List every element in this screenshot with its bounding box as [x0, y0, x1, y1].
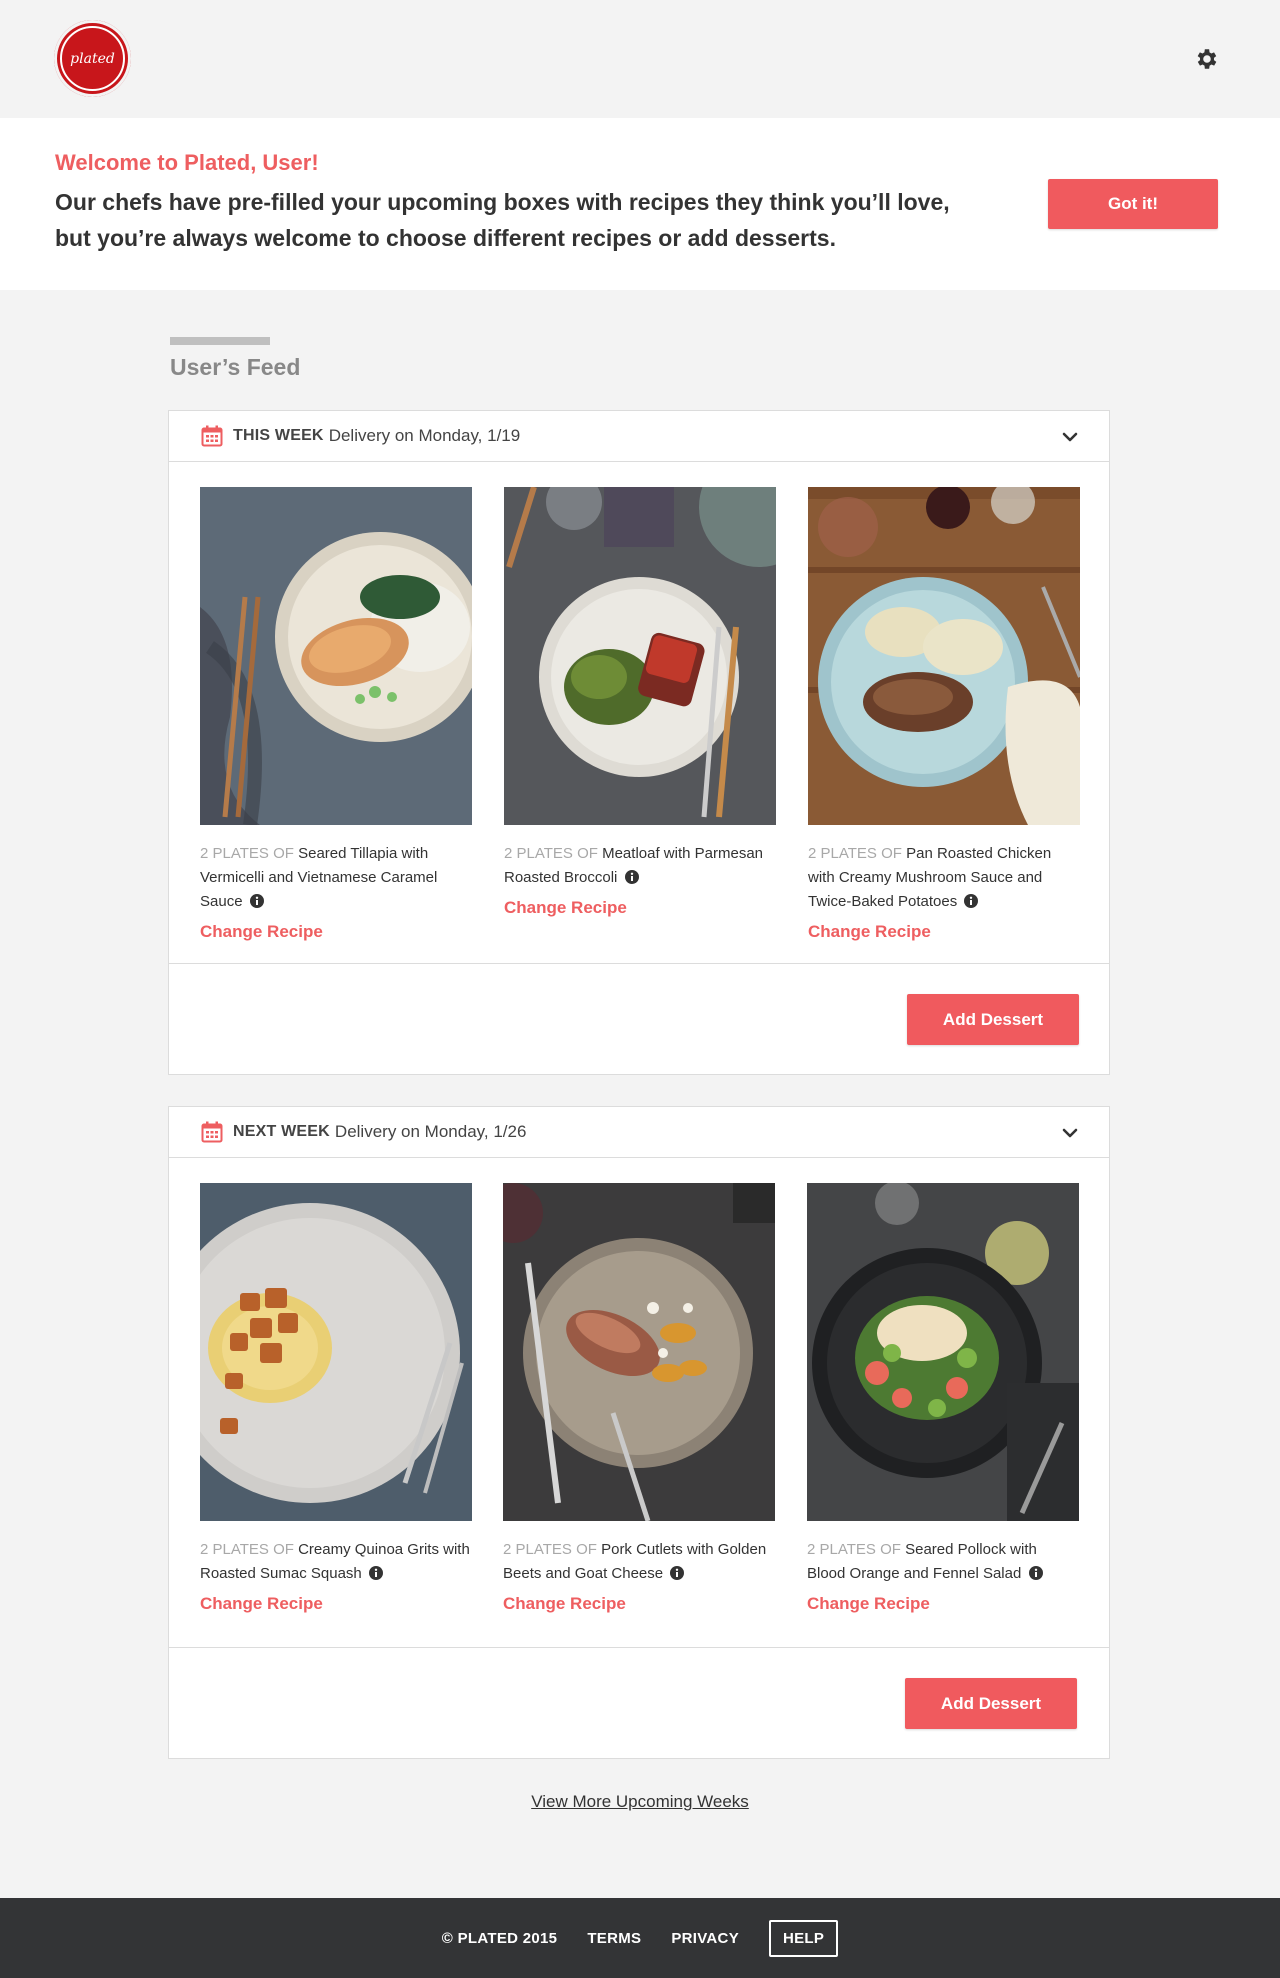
recipe-caption: 2 PLATES OF Creamy Quinoa Grits with Roa… — [200, 1538, 472, 1586]
footer-privacy-link[interactable]: PRIVACY — [671, 1930, 739, 1947]
plates-label: 2 PLATES OF — [807, 1541, 901, 1558]
add-dessert-button[interactable]: Add Dessert — [905, 1678, 1077, 1729]
recipe-card: 2 PLATES OF Seared Tillapia with Vermice… — [200, 487, 485, 942]
change-recipe-link[interactable]: Change Recipe — [504, 898, 776, 918]
plates-label: 2 PLATES OF — [200, 845, 294, 862]
change-recipe-link[interactable]: Change Recipe — [807, 1594, 1079, 1614]
recipe-card: 2 PLATES OF Pork Cutlets with Golden Bee… — [483, 1183, 775, 1614]
recipe-photo-pollock[interactable] — [807, 1181, 1079, 1521]
week-card-this-week: THIS WEEK Delivery on Monday, 1/19 2 PLA… — [168, 410, 1110, 1075]
plates-label: 2 PLATES OF — [200, 1541, 294, 1558]
recipe-photo-chicken[interactable] — [808, 480, 1082, 825]
welcome-title: Welcome to Plated, User! — [55, 150, 319, 175]
recipe-caption: 2 PLATES OF Seared Pollock with Blood Or… — [807, 1538, 1079, 1586]
change-recipe-link[interactable]: Change Recipe — [200, 922, 472, 942]
chevron-down-icon[interactable] — [1061, 428, 1079, 446]
week-header[interactable]: NEXT WEEK Delivery on Monday, 1/26 — [169, 1107, 1109, 1158]
top-bar: plated — [0, 0, 1280, 118]
week-footer: Add Dessert — [169, 1648, 1109, 1758]
welcome-line-2: but you’re always welcome to choose diff… — [55, 225, 836, 251]
recipe-caption: 2 PLATES OF Meatloaf with Parmesan Roast… — [504, 842, 776, 890]
add-dessert-button[interactable]: Add Dessert — [907, 994, 1079, 1045]
feed-title-bar — [170, 337, 270, 345]
recipe-caption: 2 PLATES OF Seared Tillapia with Vermice… — [200, 842, 472, 914]
change-recipe-link[interactable]: Change Recipe — [503, 1594, 775, 1614]
recipe-photo-tilapia[interactable] — [200, 487, 485, 827]
week-label: NEXT WEEK — [233, 1123, 330, 1140]
footer-help-button[interactable]: HELP — [769, 1919, 839, 1957]
info-icon[interactable] — [624, 870, 639, 884]
change-recipe-link[interactable]: Change Recipe — [808, 922, 1080, 942]
week-label: THIS WEEK — [233, 427, 324, 444]
recipe-card: 2 PLATES OF Seared Pollock with Blood Or… — [807, 1181, 1079, 1614]
plated-logo[interactable]: plated — [54, 20, 131, 97]
settings-gear-icon[interactable] — [1194, 46, 1220, 72]
footer-terms-link[interactable]: TERMS — [587, 1930, 641, 1947]
plates-label: 2 PLATES OF — [503, 1541, 597, 1558]
recipe-list: 2 PLATES OF Creamy Quinoa Grits with Roa… — [160, 1158, 1109, 1648]
footer-copyright: © PLATED 2015 — [441, 1929, 558, 1947]
week-header[interactable]: THIS WEEK Delivery on Monday, 1/19 — [169, 411, 1109, 462]
logo-text: plated — [60, 26, 125, 91]
welcome-line-1: Our chefs have pre-filled your upcoming … — [55, 189, 950, 215]
change-recipe-link[interactable]: Change Recipe — [200, 1594, 472, 1614]
week-card-next-week: NEXT WEEK Delivery on Monday, 1/26 2 PLA… — [160, 1106, 1110, 1759]
recipe-card: 2 PLATES OF Meatloaf with Parmesan Roast… — [504, 447, 819, 918]
recipe-caption: 2 PLATES OF Pan Roasted Chicken with Cre… — [808, 842, 1080, 914]
recipe-card: 2 PLATES OF Pan Roasted Chicken with Cre… — [808, 480, 1082, 942]
calendar-icon — [201, 1121, 223, 1143]
footer: © PLATED 2015 TERMS PRIVACY HELP — [0, 1898, 1280, 1978]
info-icon[interactable] — [964, 894, 979, 908]
info-icon[interactable] — [670, 1566, 685, 1580]
delivery-date: Delivery on Monday, 1/19 — [328, 426, 521, 445]
welcome-message: Our chefs have pre-filled your upcoming … — [55, 184, 955, 256]
view-more-container: View More Upcoming Weeks — [0, 1792, 1280, 1812]
view-more-weeks-link[interactable]: View More Upcoming Weeks — [531, 1792, 749, 1811]
recipe-photo-meatloaf[interactable] — [504, 447, 819, 825]
chevron-down-icon[interactable] — [1061, 1124, 1079, 1142]
welcome-banner: Welcome to Plated, User! Our chefs have … — [0, 118, 1280, 290]
plates-label: 2 PLATES OF — [808, 845, 902, 862]
recipe-photo-quinoa-grits[interactable] — [160, 1183, 472, 1521]
calendar-icon — [201, 425, 223, 447]
recipe-photo-pork-cutlets[interactable] — [483, 1183, 775, 1522]
week-footer: Add Dessert — [169, 964, 1109, 1074]
got-it-button[interactable]: Got it! — [1048, 179, 1218, 229]
plates-label: 2 PLATES OF — [504, 845, 598, 862]
feed-title: User’s Feed — [170, 354, 301, 380]
info-icon[interactable] — [1028, 1566, 1043, 1580]
recipe-list: 2 PLATES OF Seared Tillapia with Vermice… — [169, 447, 1109, 964]
info-icon[interactable] — [368, 1566, 383, 1580]
delivery-date: Delivery on Monday, 1/26 — [334, 1122, 527, 1141]
recipe-caption: 2 PLATES OF Pork Cutlets with Golden Bee… — [503, 1538, 775, 1586]
recipe-card: 2 PLATES OF Creamy Quinoa Grits with Roa… — [160, 1183, 472, 1614]
info-icon[interactable] — [249, 894, 264, 908]
